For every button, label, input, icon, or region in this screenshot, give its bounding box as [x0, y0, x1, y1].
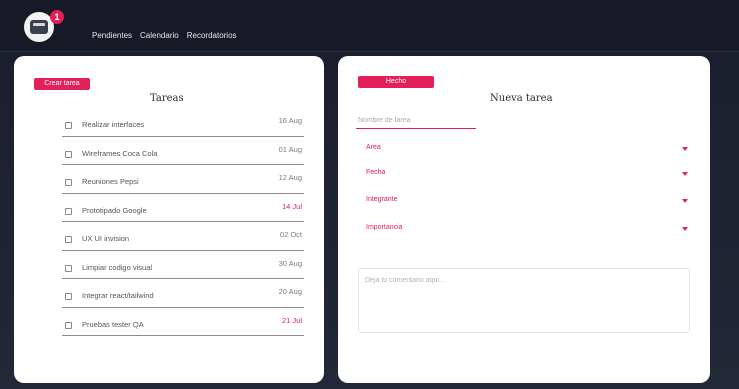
done-button[interactable]: Hecho: [358, 76, 434, 88]
task-row[interactable]: Reuniones Pepsi 12 Aug: [62, 165, 304, 194]
task-date: 12 Aug: [278, 173, 302, 182]
task-date-overdue: 14 Jul: [281, 201, 302, 211]
task-checkbox[interactable]: [65, 207, 72, 215]
task-name: Realizar interfaces: [82, 120, 145, 129]
caret-down-icon: [682, 227, 688, 231]
task-date: 02 Oct: [279, 230, 302, 239]
date-select-label: Fecha: [366, 169, 386, 176]
inbox-icon: [30, 20, 48, 34]
task-checkbox[interactable]: [65, 122, 72, 129]
area-select[interactable]: Area: [358, 142, 690, 156]
task-checkbox[interactable]: [65, 236, 72, 243]
tasks-panel: Crear tarea Tareas Realizar interfaces 1…: [14, 56, 324, 383]
task-name: Limpiar codigo visual: [82, 262, 153, 272]
caret-down-icon: [682, 199, 688, 203]
task-name-input[interactable]: [356, 113, 476, 129]
task-checkbox[interactable]: [65, 293, 72, 300]
task-row[interactable]: Limpiar codigo visual 30 Aug: [62, 251, 304, 279]
priority-select[interactable]: Importancia: [358, 222, 690, 236]
caret-down-icon: [682, 172, 688, 176]
new-task-title: Nueva tarea: [490, 93, 553, 104]
top-bar: 1 Pendientes Calendario Recordatorios: [0, 0, 739, 52]
task-name: Prototipado Google: [82, 205, 147, 215]
task-checkbox[interactable]: [65, 321, 72, 329]
comment-textarea[interactable]: [358, 268, 690, 333]
new-task-panel: Hecho Nueva tarea Area Fecha Integrante …: [338, 56, 710, 383]
task-row[interactable]: Pruebas tester QA 21 Jul: [62, 308, 304, 336]
nav-pendientes[interactable]: Pendientes: [92, 31, 132, 40]
task-row[interactable]: Prototipado Google 14 Jul: [62, 194, 304, 222]
create-task-button[interactable]: Crear tarea: [34, 78, 90, 90]
nav-recordatorios[interactable]: Recordatorios: [187, 31, 237, 40]
task-checkbox[interactable]: [65, 264, 72, 272]
tasks-title: Tareas: [150, 93, 184, 104]
task-name: Reuniones Pepsi: [82, 177, 139, 186]
date-select[interactable]: Fecha: [358, 167, 690, 181]
task-row[interactable]: Integrar react/tailwind 20 Aug: [62, 279, 304, 308]
task-name: Wireframes Coca Cola: [82, 148, 158, 158]
task-date: 01 Aug: [278, 144, 302, 154]
task-row[interactable]: Realizar interfaces 16 Aug: [62, 108, 304, 137]
area-select-label: Area: [366, 144, 381, 151]
task-checkbox[interactable]: [65, 179, 72, 186]
task-row[interactable]: Wireframes Coca Cola 01 Aug: [62, 137, 304, 165]
member-select-label: Integrante: [366, 196, 398, 203]
main-nav: Pendientes Calendario Recordatorios: [92, 31, 237, 40]
task-date: 20 Aug: [278, 287, 302, 296]
task-name: UX UI invision: [82, 234, 130, 243]
task-name: Pruebas tester QA: [82, 319, 144, 329]
nav-calendario[interactable]: Calendario: [140, 31, 179, 40]
task-name: Integrar react/tailwind: [82, 291, 154, 300]
notification-badge: 1: [50, 10, 64, 24]
member-select[interactable]: Integrante: [358, 194, 690, 208]
priority-select-label: Importancia: [366, 224, 403, 231]
task-date: 30 Aug: [278, 258, 302, 268]
task-list: Realizar interfaces 16 Aug Wireframes Co…: [62, 108, 304, 336]
task-checkbox[interactable]: [65, 150, 72, 158]
caret-down-icon: [682, 147, 688, 151]
task-date-overdue: 21 Jul: [281, 315, 302, 325]
task-date: 16 Aug: [278, 116, 302, 125]
task-row[interactable]: UX UI invision 02 Oct: [62, 222, 304, 251]
